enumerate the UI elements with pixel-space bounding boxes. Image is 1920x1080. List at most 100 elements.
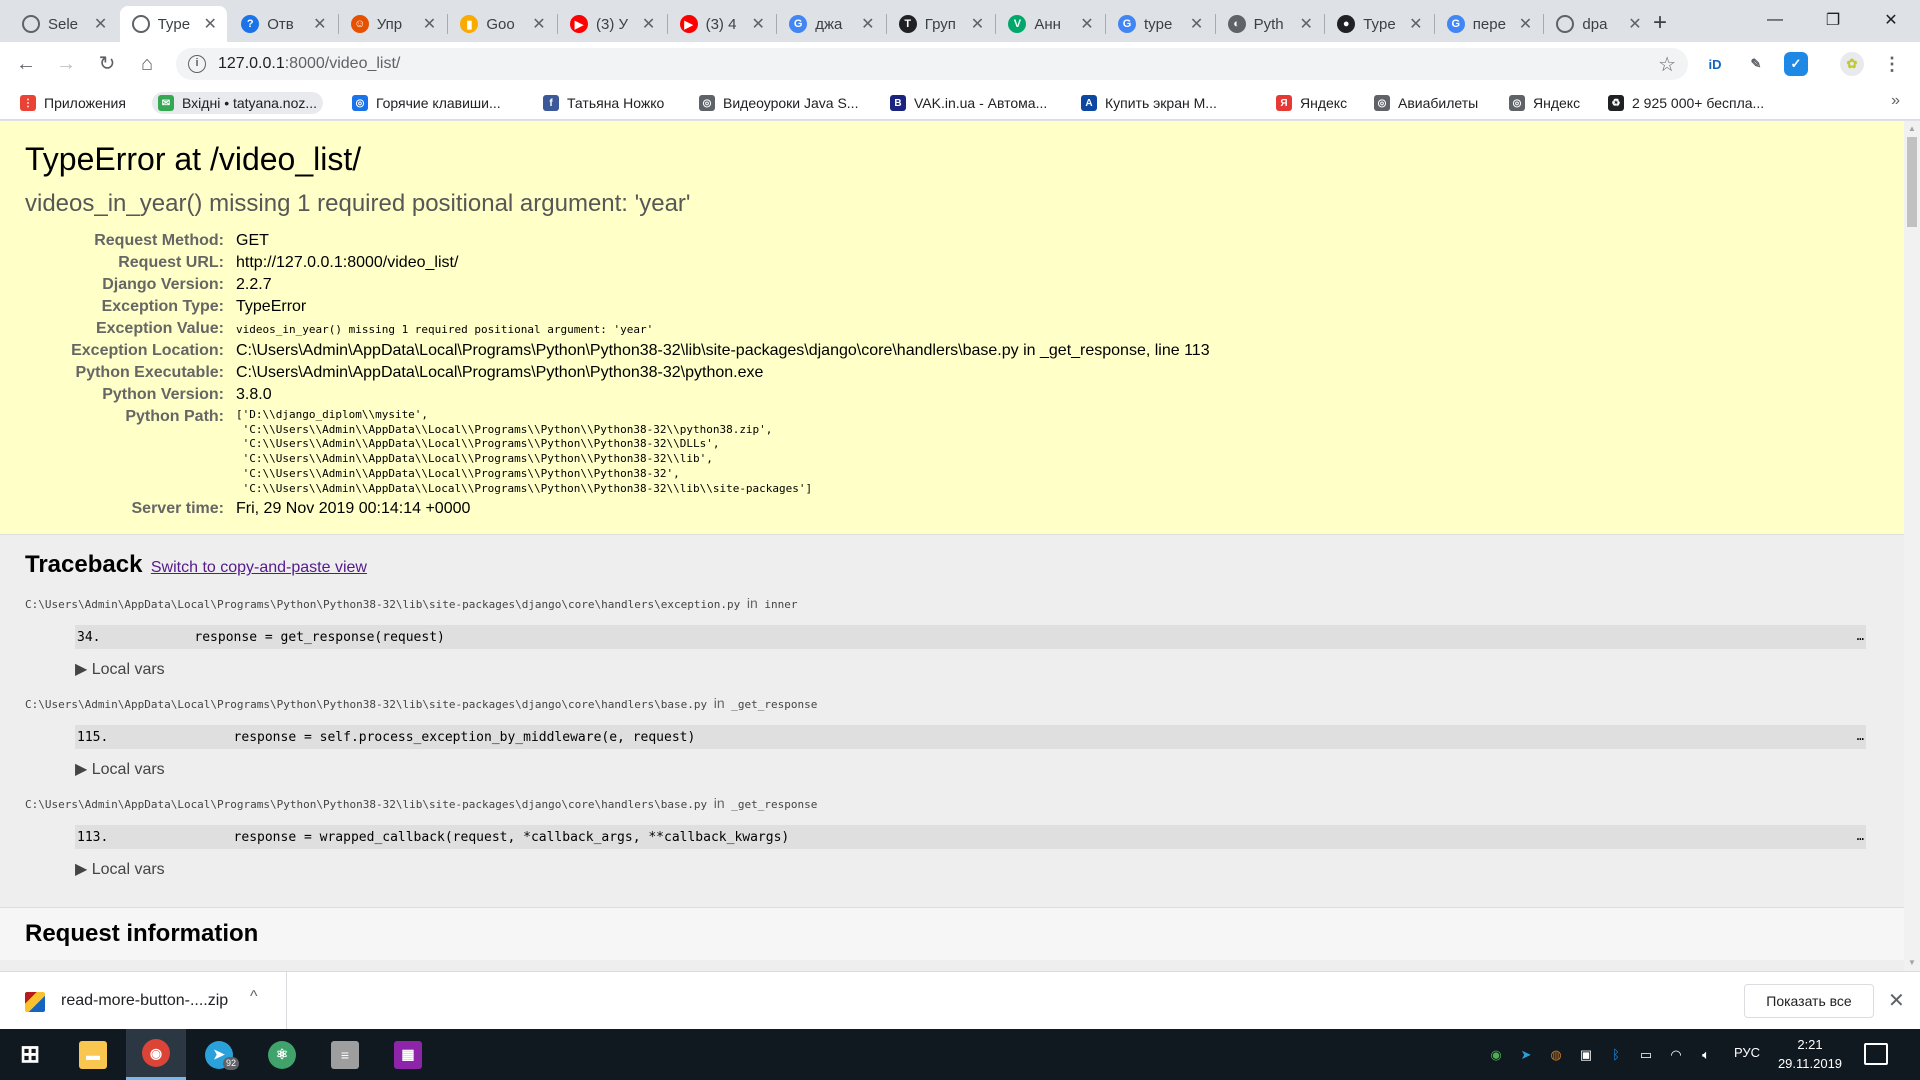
local-vars-toggle[interactable]: ▶ Local vars bbox=[75, 759, 1879, 779]
bookmark-item[interactable]: f Татьяна Ножко bbox=[543, 92, 664, 114]
page-scrollbar[interactable]: ▲ ▼ bbox=[1904, 121, 1920, 971]
menu-dots-icon[interactable]: ⋮ bbox=[1880, 52, 1904, 76]
browser-tab[interactable]: ▮ Goo ✕ bbox=[448, 6, 556, 42]
tray-telegram-icon[interactable]: ➤ bbox=[1516, 1045, 1536, 1065]
minimize-button[interactable]: — bbox=[1746, 0, 1804, 40]
taskbar-chrome[interactable]: ◉ bbox=[126, 1029, 186, 1080]
close-tab-icon[interactable]: ✕ bbox=[640, 14, 658, 34]
browser-tab[interactable]: ◐ Pyth ✕ bbox=[1216, 6, 1324, 42]
browser-tab[interactable]: ? Отв ✕ bbox=[229, 6, 337, 42]
taskbar-atom[interactable]: ⚛ bbox=[252, 1029, 312, 1080]
download-file-name[interactable]: read-more-button-....zip bbox=[61, 992, 228, 1010]
browser-tab[interactable]: ● Type ✕ bbox=[1325, 6, 1433, 42]
scroll-up-icon[interactable]: ▲ bbox=[1904, 121, 1920, 137]
frame-code-line[interactable]: 115. response = self.process_exception_b… bbox=[75, 725, 1866, 750]
scroll-thumb[interactable] bbox=[1907, 137, 1917, 227]
browser-tab[interactable]: ☺ Упр ✕ bbox=[339, 6, 447, 42]
browser-tab[interactable]: V Анн ✕ bbox=[996, 6, 1104, 42]
extension-id-icon[interactable]: iD bbox=[1703, 52, 1727, 76]
home-icon[interactable]: ⌂ bbox=[133, 50, 161, 78]
expand-context-ellipsis[interactable]: … bbox=[1857, 829, 1864, 843]
close-tab-icon[interactable]: ✕ bbox=[1407, 14, 1425, 34]
close-tab-icon[interactable]: ✕ bbox=[311, 14, 329, 34]
address-bar[interactable]: i 127.0.0.1:8000/video_list/ ☆ bbox=[176, 48, 1688, 80]
profile-avatar-icon[interactable]: ✿ bbox=[1840, 52, 1864, 76]
close-download-bar-icon[interactable]: ✕ bbox=[1888, 988, 1905, 1013]
tray-monitor-icon[interactable]: ▣ bbox=[1576, 1045, 1596, 1065]
local-vars-toggle[interactable]: ▶ Local vars bbox=[75, 659, 1879, 679]
tray-storage-icon[interactable]: ◍ bbox=[1546, 1045, 1566, 1065]
expand-context-ellipsis[interactable]: … bbox=[1857, 729, 1864, 743]
browser-tab[interactable]: T Груп ✕ bbox=[887, 6, 995, 42]
eyedropper-icon[interactable]: ✎ bbox=[1744, 52, 1768, 76]
close-tab-icon[interactable]: ✕ bbox=[92, 14, 110, 34]
browser-tab[interactable]: ▶ (3) У ✕ bbox=[558, 6, 666, 42]
close-tab-icon[interactable]: ✕ bbox=[1297, 14, 1315, 34]
bookmark-label: Купить экран М... bbox=[1105, 95, 1217, 111]
download-item[interactable]: read-more-button-....zip ^ bbox=[0, 972, 287, 1029]
frame-code-line[interactable]: 34. response = get_response(request)… bbox=[75, 625, 1866, 650]
local-vars-toggle[interactable]: ▶ Local vars bbox=[75, 859, 1879, 879]
back-arrow-icon[interactable]: ← bbox=[12, 50, 40, 78]
browser-tab[interactable]: dpa ✕ bbox=[1544, 6, 1652, 42]
bookmark-item[interactable]: A Купить экран М... bbox=[1081, 92, 1217, 114]
bookmark-item[interactable]: B VAK.in.ua - Автома... bbox=[890, 92, 1047, 114]
bookmark-item[interactable]: ◎ Яндекс bbox=[1509, 92, 1580, 114]
bookmark-item[interactable]: ⋮ Приложения bbox=[20, 92, 126, 114]
close-tab-icon[interactable]: ✕ bbox=[1188, 14, 1206, 34]
bookmark-item[interactable]: ✉ Вхідні • tatyana.noz... bbox=[152, 92, 324, 114]
close-tab-icon[interactable]: ✕ bbox=[859, 14, 877, 34]
address-url[interactable]: 127.0.0.1:8000/video_list/ bbox=[218, 55, 400, 73]
tab-title: dpa bbox=[1582, 15, 1608, 33]
meta-row: Request Method: GET bbox=[25, 230, 1210, 252]
close-tab-icon[interactable]: ✕ bbox=[420, 14, 438, 34]
close-window-button[interactable]: ✕ bbox=[1862, 0, 1920, 40]
request-information-title: Request information bbox=[25, 920, 259, 948]
keyboard-language[interactable]: РУС bbox=[1734, 1045, 1760, 1060]
browser-tab[interactable]: ▶ (3) 4 ✕ bbox=[668, 6, 776, 42]
site-info-icon[interactable]: i bbox=[188, 55, 206, 73]
tab-title: Pyth bbox=[1253, 15, 1284, 33]
notification-center-icon[interactable] bbox=[1864, 1043, 1888, 1065]
bookmark-item[interactable]: ◎ Авиабилеты bbox=[1374, 92, 1478, 114]
taskbar-telegram[interactable]: ➤ 92 bbox=[189, 1029, 249, 1080]
close-tab-icon[interactable]: ✕ bbox=[1626, 14, 1644, 34]
bookmark-item[interactable]: ◎ Видеоуроки Java S... bbox=[699, 92, 858, 114]
close-tab-icon[interactable]: ✕ bbox=[530, 14, 548, 34]
bookmark-item[interactable]: ♻ 2 925 000+ беспла... bbox=[1608, 92, 1764, 114]
volume-icon[interactable]: 🔈︎ bbox=[1696, 1045, 1716, 1065]
bookmark-star-icon[interactable]: ☆ bbox=[1658, 52, 1676, 77]
browser-tab[interactable]: Gджа ✕ bbox=[777, 6, 885, 42]
browser-tab[interactable]: Sele ✕ bbox=[10, 6, 118, 42]
system-clock[interactable]: 2:21 29.11.2019 bbox=[1770, 1035, 1850, 1073]
taskbar-winrar[interactable]: ▦ bbox=[378, 1029, 438, 1080]
tray-app-icon[interactable]: ◉ bbox=[1486, 1045, 1506, 1065]
browser-tab[interactable]: Type ✕ bbox=[119, 6, 228, 42]
shield-icon[interactable]: ✓ bbox=[1784, 52, 1808, 76]
show-all-downloads-button[interactable]: Показать все bbox=[1744, 984, 1874, 1018]
close-tab-icon[interactable]: ✕ bbox=[968, 14, 986, 34]
wifi-icon[interactable]: ◠ bbox=[1666, 1045, 1686, 1065]
scroll-down-icon[interactable]: ▼ bbox=[1904, 955, 1920, 971]
reload-icon[interactable]: ↻ bbox=[93, 50, 121, 78]
forward-arrow-icon[interactable]: → bbox=[52, 50, 80, 78]
close-tab-icon[interactable]: ✕ bbox=[201, 14, 219, 34]
taskbar-database[interactable]: ≡ bbox=[315, 1029, 375, 1080]
battery-icon[interactable]: ▭ bbox=[1636, 1045, 1656, 1065]
bookmark-item[interactable]: Я Яндекс bbox=[1276, 92, 1347, 114]
taskbar-explorer[interactable]: ▬ bbox=[63, 1029, 123, 1080]
expand-context-ellipsis[interactable]: … bbox=[1857, 629, 1864, 643]
bookmarks-overflow-icon[interactable]: » bbox=[1891, 92, 1900, 110]
start-button[interactable]: ⊞ bbox=[0, 1029, 60, 1080]
frame-code-line[interactable]: 113. response = wrapped_callback(request… bbox=[75, 825, 1866, 850]
bluetooth-icon[interactable]: ᛒ bbox=[1606, 1045, 1626, 1065]
chevron-up-icon[interactable]: ^ bbox=[250, 988, 258, 1006]
bookmark-item[interactable]: ◎ Горячие клавиши... bbox=[352, 92, 501, 114]
close-tab-icon[interactable]: ✕ bbox=[1516, 14, 1534, 34]
close-tab-icon[interactable]: ✕ bbox=[1078, 14, 1096, 34]
browser-tab[interactable]: Gпере ✕ bbox=[1435, 6, 1543, 42]
close-tab-icon[interactable]: ✕ bbox=[749, 14, 767, 34]
browser-tab[interactable]: Gtype ✕ bbox=[1106, 6, 1214, 42]
maximize-button[interactable]: ❐ bbox=[1804, 0, 1862, 40]
copy-paste-view-link[interactable]: Switch to copy-and-paste view bbox=[151, 559, 367, 576]
